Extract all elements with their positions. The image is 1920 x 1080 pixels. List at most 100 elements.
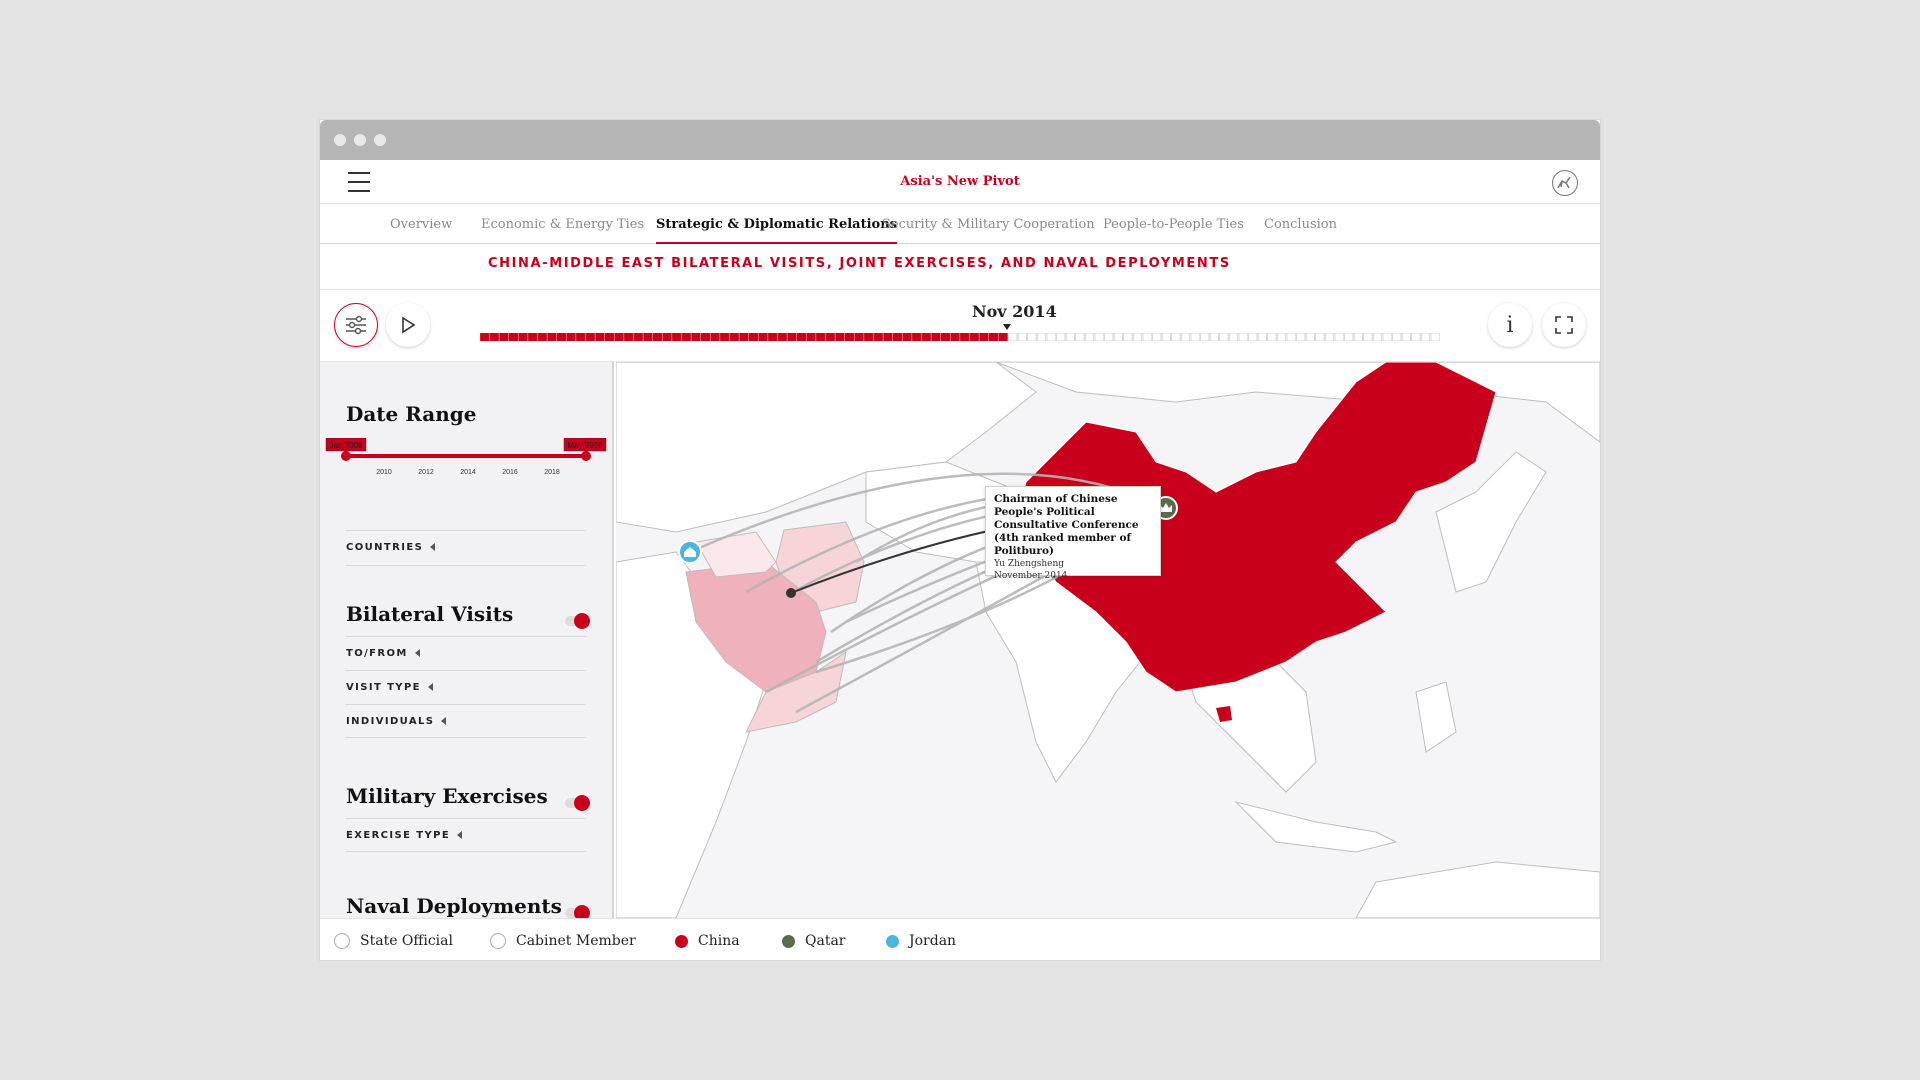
timeline-segment-empty <box>1257 333 1267 341</box>
timeline-segment-empty <box>1344 333 1354 341</box>
date-range-end: May 2019 <box>567 441 603 450</box>
timeline-segment-filled <box>969 333 979 341</box>
legend-label: Cabinet Member <box>516 933 636 949</box>
legend-label: Jordan <box>909 933 957 949</box>
date-range-slider[interactable]: Jan 2008 May 2019 2010 2012 2014 2016 20… <box>320 438 614 498</box>
timeline-segment-filled <box>998 333 1008 341</box>
timeline-segment-filled <box>566 333 576 341</box>
jordan-marker <box>678 540 702 564</box>
timeline-segment-empty <box>1190 333 1200 341</box>
window-dot[interactable] <box>374 134 386 146</box>
tab-people-to-people[interactable]: People-to-People Ties <box>1103 217 1244 232</box>
timeline-segment-empty <box>1008 333 1018 341</box>
fullscreen-button[interactable] <box>1542 303 1586 347</box>
timeline-segment-filled <box>892 333 903 341</box>
legend-label: China <box>698 933 740 949</box>
play-button[interactable] <box>386 303 430 347</box>
tab-overview[interactable]: Overview <box>390 217 452 232</box>
timeline-scrubber[interactable] <box>480 333 1440 341</box>
timeline-segment-filled <box>825 333 835 341</box>
timeline-segment-empty <box>1017 333 1027 341</box>
timeline-segment-filled <box>748 333 759 341</box>
timeline-segment-filled <box>624 333 634 341</box>
window-dot[interactable] <box>334 134 346 146</box>
tab-bar: Overview Economic & Energy Ties Strategi… <box>320 204 1600 244</box>
section-title: CHINA-MIDDLE EAST BILATERAL VISITS, JOIN… <box>488 256 1231 271</box>
timeline-segment-filled <box>480 333 490 341</box>
individuals-filter[interactable]: INDIVIDUALS <box>346 704 586 738</box>
timeline-segment-filled <box>854 333 864 341</box>
tooltip-title: Chairman of Chinese People's Political C… <box>994 493 1139 557</box>
tab-strategic-diplomatic[interactable]: Strategic & Diplomatic Relations <box>656 217 897 244</box>
timeline-segment-filled <box>652 333 663 341</box>
timeline-segment-filled <box>643 333 653 341</box>
visit-type-filter[interactable]: VISIT TYPE <box>346 670 586 704</box>
logo-icon[interactable] <box>1552 170 1578 196</box>
landmass-philippines <box>1415 681 1457 753</box>
timeline-segment-empty <box>1401 333 1411 341</box>
exercise-type-filter[interactable]: EXERCISE TYPE <box>346 818 586 852</box>
timeline-segment-filled <box>768 333 778 341</box>
naval-deployments-toggle[interactable] <box>565 905 590 918</box>
timeline-segment-filled <box>489 333 499 341</box>
bilateral-visits-heading: Bilateral Visits <box>346 602 514 626</box>
timeline-segment-filled <box>873 333 883 341</box>
timeline-segment-empty <box>1420 333 1431 341</box>
date-tick: 2012 <box>418 469 434 476</box>
timeline-segment-empty <box>1123 333 1133 341</box>
timeline-segment-empty <box>1382 333 1392 341</box>
site-title: Asia's New Pivot <box>900 174 1020 189</box>
timeline-segment-empty <box>1113 333 1123 341</box>
timeline-segment-empty <box>1334 333 1344 341</box>
timeline-segment-empty <box>1075 333 1085 341</box>
timeline-segment-empty <box>1056 333 1066 341</box>
timeline-segment-empty <box>1132 333 1143 341</box>
timeline-segment-empty <box>1200 333 1210 341</box>
timeline-segment-filled <box>912 333 922 341</box>
china-dot-icon <box>675 934 688 948</box>
timeline-segment-filled <box>950 333 960 341</box>
to-from-filter[interactable]: TO/FROM <box>346 636 586 670</box>
tooltip-date: November 2014 <box>994 571 1068 581</box>
date-range-start: Jan 2008 <box>330 441 363 450</box>
tab-security-military[interactable]: Security & Military Cooperation <box>882 217 1095 232</box>
bilateral-visits-toggle[interactable] <box>565 613 590 629</box>
timeline-segment-filled <box>720 333 730 341</box>
timeline-segment-empty <box>1305 333 1315 341</box>
legend-label: Qatar <box>805 933 846 949</box>
caret-left-icon <box>441 717 447 725</box>
caret-left-icon <box>430 543 436 551</box>
timeline-segment-filled <box>758 333 768 341</box>
fullscreen-icon <box>1555 316 1573 334</box>
filter-button[interactable] <box>334 303 378 347</box>
countries-filter[interactable]: COUNTRIES <box>346 530 586 566</box>
timeline-segment-filled <box>633 333 643 341</box>
window-dot[interactable] <box>354 134 366 146</box>
timeline-segment-empty <box>1228 333 1239 341</box>
caret-left-icon <box>457 831 463 839</box>
timeline-segment-filled <box>585 333 595 341</box>
timeline-current-date: Nov 2014 <box>972 302 1057 321</box>
timeline-segment-filled <box>614 333 624 341</box>
date-range-end-handle <box>581 451 591 461</box>
tab-economic-energy[interactable]: Economic & Energy Ties <box>481 217 644 232</box>
info-button[interactable]: i <box>1488 303 1532 347</box>
timeline-segment-filled <box>672 333 682 341</box>
timeline-segment-empty <box>1046 333 1056 341</box>
timeline-segment-empty <box>1219 333 1229 341</box>
timeline-segment-empty <box>1324 333 1335 341</box>
timeline-segment-empty <box>1276 333 1287 341</box>
tab-conclusion[interactable]: Conclusion <box>1264 217 1337 232</box>
legend-qatar: Qatar <box>782 931 846 951</box>
timeline-segment-filled <box>902 333 912 341</box>
timeline-segment-filled <box>796 333 807 341</box>
timeline-segment-filled <box>816 333 826 341</box>
timeline-segment-empty <box>1238 333 1248 341</box>
play-icon <box>402 316 416 334</box>
map-view[interactable]: Chairman of Chinese People's Political C… <box>616 362 1600 918</box>
legend-jordan: Jordan <box>886 931 956 951</box>
date-range-track <box>346 454 586 458</box>
military-exercises-toggle[interactable] <box>565 795 590 811</box>
timeline-segment-filled <box>691 333 701 341</box>
timeline-segment-filled <box>710 333 720 341</box>
